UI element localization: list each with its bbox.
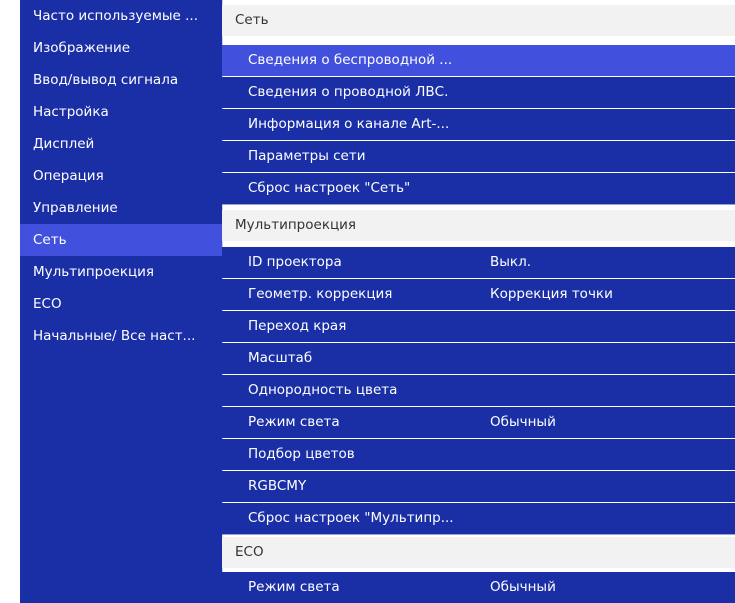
- menu-item-label: Информация о канале Art-...: [248, 116, 450, 132]
- menu-item-label: RGBCMY: [248, 478, 307, 494]
- sidebar-item-display[interactable]: Дисплей: [20, 128, 222, 160]
- sidebar-item-network[interactable]: Сеть: [20, 224, 222, 256]
- section-header-network: Сеть: [222, 5, 735, 36]
- menu-item-value: Обычный: [490, 579, 556, 595]
- submenu-panel: Сеть Сведения о беспроводной ... Сведени…: [222, 0, 735, 603]
- menu-item-geometry-correction[interactable]: Геометр. коррекция Коррекция точки: [222, 279, 735, 310]
- sidebar-item-management[interactable]: Управление: [20, 192, 222, 224]
- sidebar-item-initial-all-settings[interactable]: Начальные/ Все наст...: [20, 320, 222, 352]
- menu-item-wired-lan-info[interactable]: Сведения о проводной ЛВС.: [222, 77, 735, 108]
- menu-item-color-uniformity[interactable]: Однородность цвета: [222, 375, 735, 406]
- menu-item-label: Сброс настроек "Сеть": [248, 180, 411, 196]
- menu-item-art-net-channel-info[interactable]: Информация о канале Art-...: [222, 109, 735, 140]
- sidebar-item-multi-projection[interactable]: Мультипроекция: [20, 256, 222, 288]
- section-header-multi-projection: Мультипроекция: [222, 210, 735, 241]
- menu-item-light-mode[interactable]: Режим света Обычный: [222, 407, 735, 438]
- menu-item-label: Режим света: [248, 414, 340, 430]
- sidebar-item-image[interactable]: Изображение: [20, 32, 222, 64]
- projector-menu: Часто используемые ... Изображение Ввод/…: [20, 0, 735, 603]
- menu-item-reset-multi-projection[interactable]: Сброс настроек "Мультипр...: [222, 503, 735, 534]
- sidebar-item-settings[interactable]: Настройка: [20, 96, 222, 128]
- sidebar-item-eco[interactable]: ECO: [20, 288, 222, 320]
- menu-item-label: Сведения о проводной ЛВС.: [248, 84, 449, 100]
- menu-item-reset-network[interactable]: Сброс настроек "Сеть": [222, 173, 735, 204]
- menu-item-label: Режим света: [248, 579, 340, 595]
- section-divider: [222, 534, 735, 535]
- sidebar-item-operation[interactable]: Операция: [20, 160, 222, 192]
- menu-item-label: Переход края: [248, 318, 347, 334]
- menu-item-value: Коррекция точки: [490, 286, 613, 302]
- main-menu-sidebar: Часто используемые ... Изображение Ввод/…: [20, 0, 222, 603]
- menu-item-rgbcmy[interactable]: RGBCMY: [222, 471, 735, 502]
- menu-item-value: Выкл.: [490, 254, 531, 270]
- menu-item-label: Подбор цветов: [248, 446, 355, 462]
- menu-item-projector-id[interactable]: ID проектора Выкл.: [222, 247, 735, 278]
- menu-item-eco-light-mode[interactable]: Режим света Обычный: [222, 572, 735, 603]
- section-divider: [222, 204, 735, 205]
- menu-item-wireless-lan-info[interactable]: Сведения о беспроводной ...: [222, 45, 735, 76]
- menu-item-label: Сброс настроек "Мультипр...: [248, 510, 454, 526]
- menu-item-label: Масштаб: [248, 350, 313, 366]
- menu-item-label: Геометр. коррекция: [248, 286, 393, 302]
- menu-item-label: Сведения о беспроводной ...: [248, 52, 453, 68]
- section-header-eco: ECO: [222, 537, 735, 568]
- menu-item-network-settings[interactable]: Параметры сети: [222, 141, 735, 172]
- menu-item-scale[interactable]: Масштаб: [222, 343, 735, 374]
- menu-item-label: Однородность цвета: [248, 382, 398, 398]
- menu-item-label: Параметры сети: [248, 148, 366, 164]
- sidebar-item-signal-io[interactable]: Ввод/вывод сигнала: [20, 64, 222, 96]
- menu-item-color-matching[interactable]: Подбор цветов: [222, 439, 735, 470]
- menu-item-value: Обычный: [490, 414, 556, 430]
- menu-item-label: ID проектора: [248, 254, 342, 270]
- menu-item-edge-blending[interactable]: Переход края: [222, 311, 735, 342]
- sidebar-item-frequently-used[interactable]: Часто используемые ...: [20, 0, 222, 32]
